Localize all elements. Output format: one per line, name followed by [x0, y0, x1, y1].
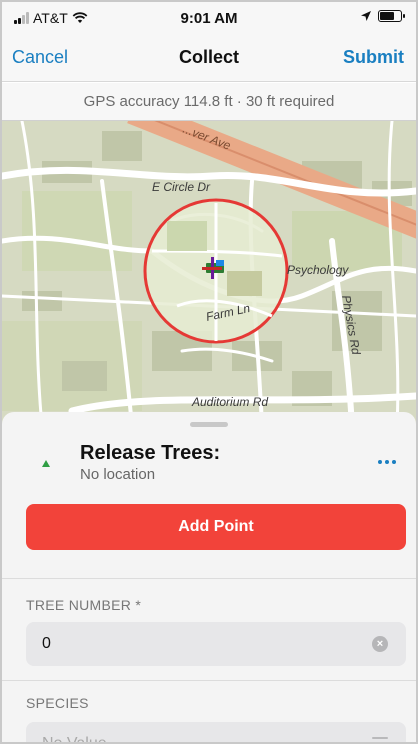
species-label: SPECIES — [26, 695, 89, 711]
gps-accuracy-text: GPS accuracy 114.8 ft · 30 ft required — [83, 93, 335, 110]
status-bar: AT&T 9:01 AM — [2, 2, 416, 32]
section-divider — [2, 578, 416, 579]
map-label-circle-drive: E Circle Dr — [152, 180, 211, 194]
more-options-button[interactable] — [372, 452, 402, 472]
submit-button[interactable]: Submit — [343, 47, 404, 68]
location-arrow-icon — [361, 11, 371, 21]
add-point-button[interactable]: Add Point — [26, 504, 406, 550]
tree-number-label: TREE NUMBER * — [26, 597, 142, 613]
status-indicators — [360, 10, 405, 22]
battery-icon — [378, 10, 405, 22]
list-icon[interactable] — [372, 737, 388, 742]
status-time: 9:01 AM — [180, 10, 238, 27]
location-status: No location — [80, 466, 156, 483]
layer-title: Release Trees: — [80, 442, 221, 464]
map-label-auditorium-road: Auditorium Rd — [191, 395, 268, 409]
tree-number-field[interactable]: 0 × — [26, 622, 406, 666]
species-placeholder: No Value — [42, 735, 107, 744]
map-view[interactable]: ...ver Ave E Circle Dr Farm Ln Psycholog… — [2, 121, 416, 426]
collect-sheet: Release Trees: No location Add Point TRE… — [2, 412, 416, 744]
sheet-drag-handle[interactable] — [190, 422, 228, 427]
cancel-button[interactable]: Cancel — [12, 47, 68, 68]
map-canvas[interactable]: ...ver Ave E Circle Dr Farm Ln Psycholog… — [2, 121, 416, 426]
field-divider — [2, 680, 416, 681]
point-layer-icon — [42, 460, 50, 467]
gps-accuracy-bar: GPS accuracy 114.8 ft · 30 ft required — [2, 83, 416, 121]
navigation-bar: Cancel Collect Submit — [2, 32, 416, 82]
map-label-psychology: Psychology — [287, 263, 349, 277]
species-field[interactable]: No Value — [26, 722, 406, 744]
tree-number-value: 0 — [42, 635, 51, 652]
phone-screen: AT&T 9:01 AM Cancel Collect Submit GPS a… — [0, 0, 418, 744]
clear-icon[interactable]: × — [372, 636, 388, 652]
more-dots-icon — [378, 460, 382, 464]
